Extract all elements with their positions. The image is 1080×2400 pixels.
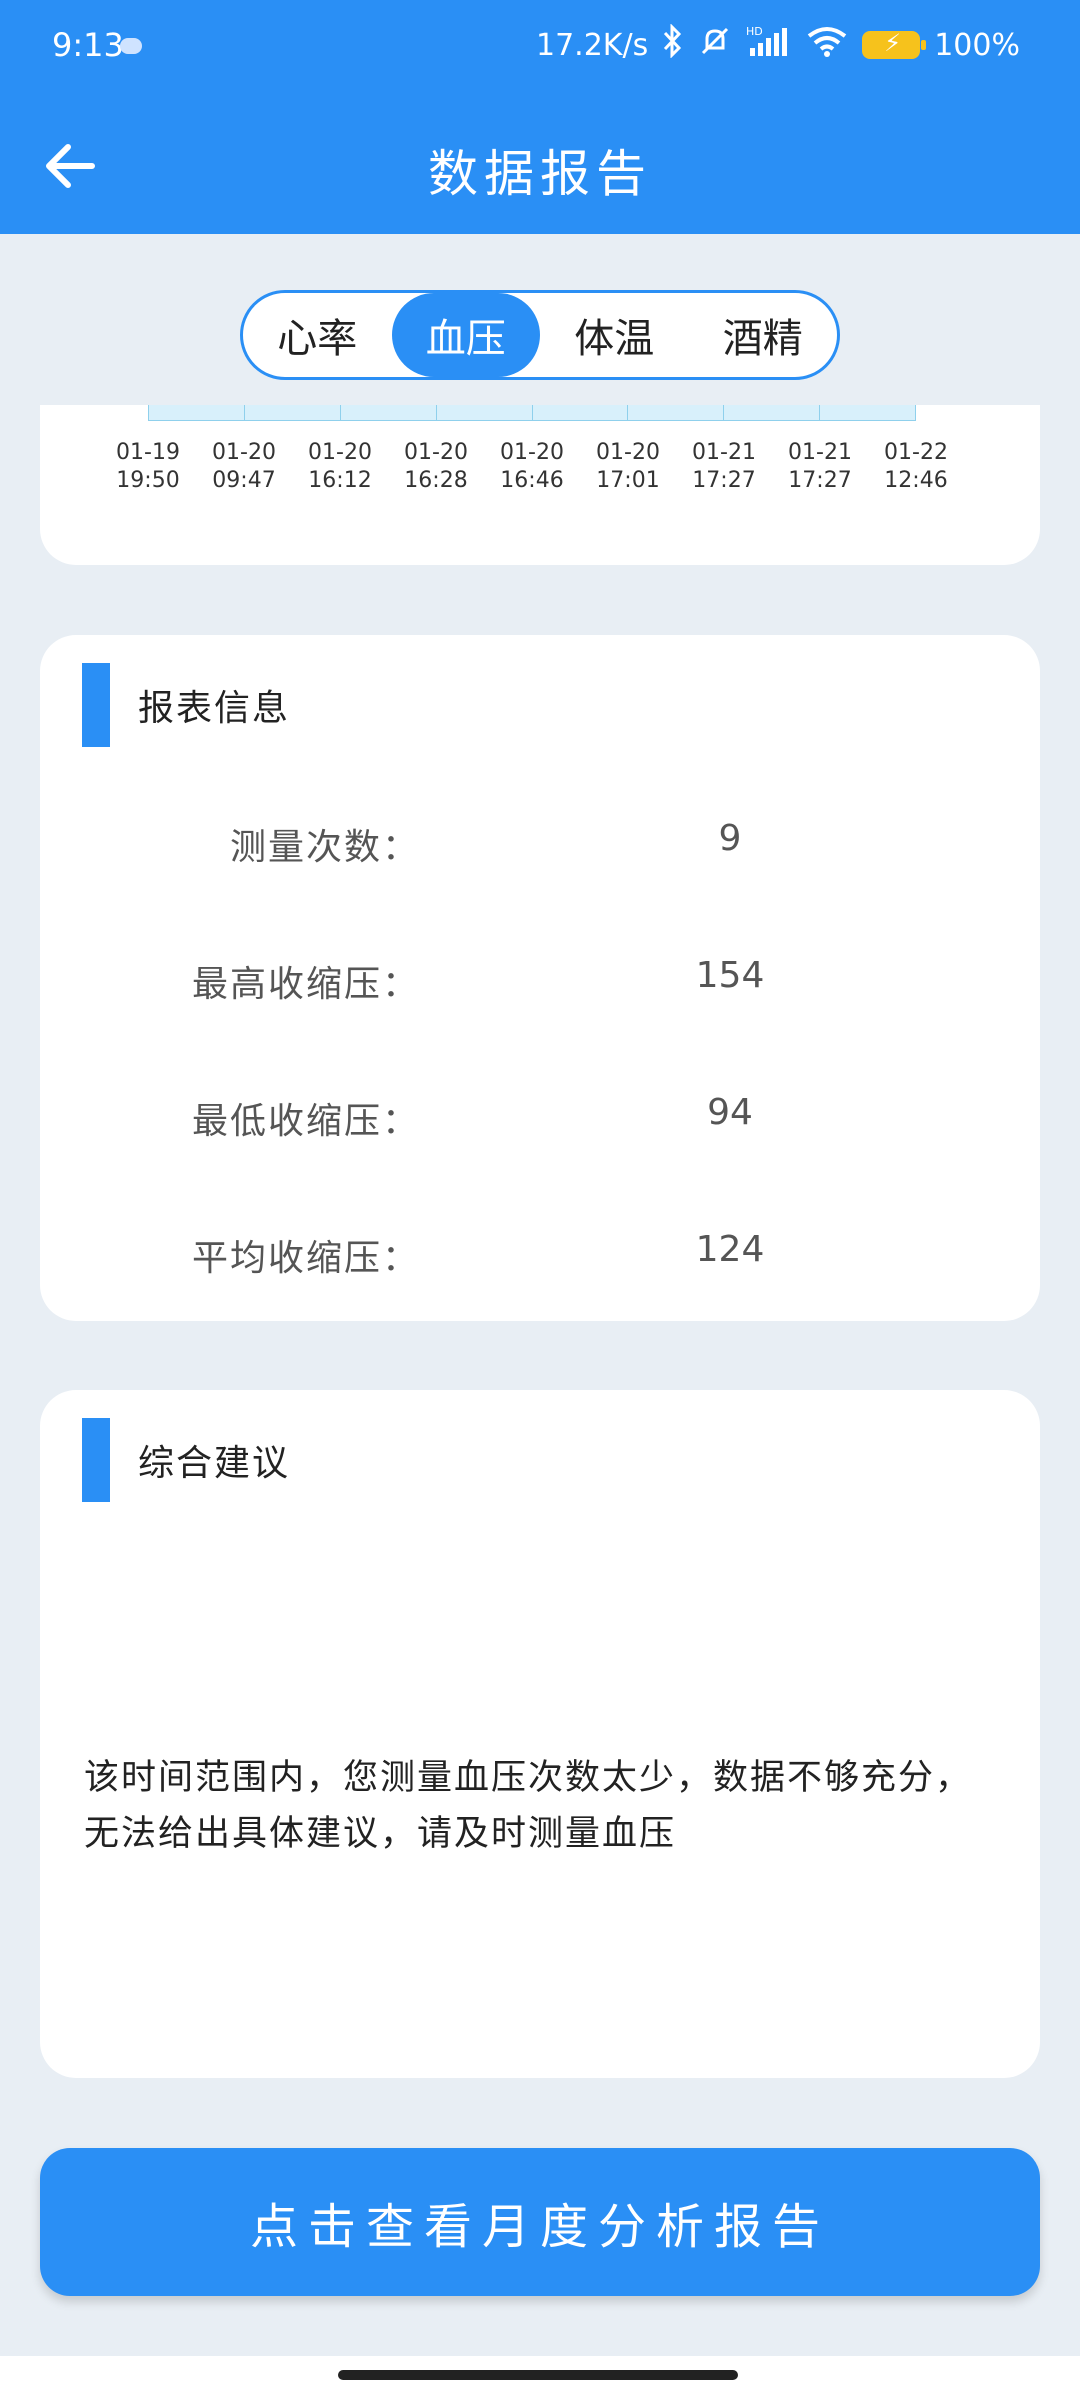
stat-value: 154 xyxy=(695,955,765,996)
stat-row-avg-systolic: 平均收缩压： 124 xyxy=(40,1221,1040,1281)
tab-blood-pressure[interactable]: 血压 xyxy=(391,293,540,377)
chart-cell xyxy=(533,405,629,420)
stat-value: 124 xyxy=(695,1229,765,1270)
chart-cell xyxy=(724,405,821,420)
bluetooth-icon xyxy=(662,23,684,66)
stat-value: 9 xyxy=(718,818,742,859)
tab-temperature[interactable]: 体温 xyxy=(540,293,689,377)
stat-row-max-systolic: 最高收缩压： 154 xyxy=(40,947,1040,1007)
chart-cell xyxy=(341,405,437,420)
measurement-tabs: 心率 血压 体温 酒精 xyxy=(240,290,840,380)
chart-cell xyxy=(149,405,245,420)
status-icons: 17.2K/s HD ⚡ 100% xyxy=(536,23,1020,66)
chart-cell xyxy=(628,405,725,420)
title-accent-bar xyxy=(82,1418,110,1502)
x-axis-label: 01-21 17:27 xyxy=(692,440,756,493)
advice-header: 综合建议 xyxy=(82,1418,290,1502)
chart-card: 01-19 19:50 01-20 09:47 01-20 16:12 01-2… xyxy=(40,405,1040,565)
stat-label: 测量次数： xyxy=(229,827,420,868)
x-axis-label: 01-20 16:12 xyxy=(308,440,372,493)
stat-value: 94 xyxy=(707,1092,753,1133)
battery-level: 100% xyxy=(934,27,1020,63)
chart-cell xyxy=(820,405,915,420)
wifi-icon xyxy=(806,25,848,65)
tab-heart-rate[interactable]: 心率 xyxy=(243,293,392,377)
x-axis-label: 01-19 19:50 xyxy=(116,440,180,493)
report-info-card: 报表信息 测量次数： 9 最高收缩压： 154 最低收缩压： 94 平均收缩压：… xyxy=(40,635,1040,1321)
x-axis-label: 01-22 12:46 xyxy=(884,440,948,493)
chart-cell xyxy=(245,405,341,420)
home-indicator[interactable] xyxy=(338,2370,738,2380)
network-speed: 17.2K/s xyxy=(536,27,649,63)
app-notification-icon xyxy=(120,38,142,54)
x-axis-label: 01-20 16:46 xyxy=(500,440,564,493)
app-bar: 数据报告 xyxy=(0,96,1080,234)
chart-cell xyxy=(437,405,533,420)
x-axis-label: 01-21 17:27 xyxy=(788,440,852,493)
stat-row-min-systolic: 最低收缩压： 94 xyxy=(40,1084,1040,1144)
x-axis-label: 01-20 17:01 xyxy=(596,440,660,493)
mute-icon xyxy=(698,24,732,66)
stat-row-count: 测量次数： 9 xyxy=(40,810,1040,870)
monthly-report-button[interactable]: 点击查看月度分析报告 xyxy=(40,2148,1040,2296)
page-title: 数据报告 xyxy=(428,145,652,203)
status-time: 9:13 xyxy=(52,26,124,64)
stat-label: 最高收缩压： xyxy=(191,964,420,1005)
advice-text: 该时间范围内，您测量血压次数太少，数据不够充分，无法给出具体建议，请及时测量血压 xyxy=(84,1758,973,1854)
chart-plot-area xyxy=(148,405,916,421)
advice-card: 综合建议 该时间范围内，您测量血压次数太少，数据不够充分，无法给出具体建议，请及… xyxy=(40,1390,1040,2078)
tab-alcohol[interactable]: 酒精 xyxy=(689,293,838,377)
svg-text:HD: HD xyxy=(746,25,763,38)
x-axis-label: 01-20 09:47 xyxy=(212,440,276,493)
report-info-title: 报表信息 xyxy=(138,688,291,729)
stat-label: 平均收缩压： xyxy=(191,1238,420,1279)
battery-icon: ⚡ xyxy=(862,29,927,59)
x-axis-label: 01-20 16:28 xyxy=(404,440,468,493)
status-bar: 9:13 17.2K/s HD ⚡ 100% xyxy=(0,0,1080,96)
stat-label: 最低收缩压： xyxy=(191,1101,420,1142)
hd-signal-icon: HD xyxy=(746,24,792,66)
advice-title: 综合建议 xyxy=(138,1443,291,1484)
report-info-header: 报表信息 xyxy=(82,663,290,747)
title-accent-bar xyxy=(82,663,110,747)
